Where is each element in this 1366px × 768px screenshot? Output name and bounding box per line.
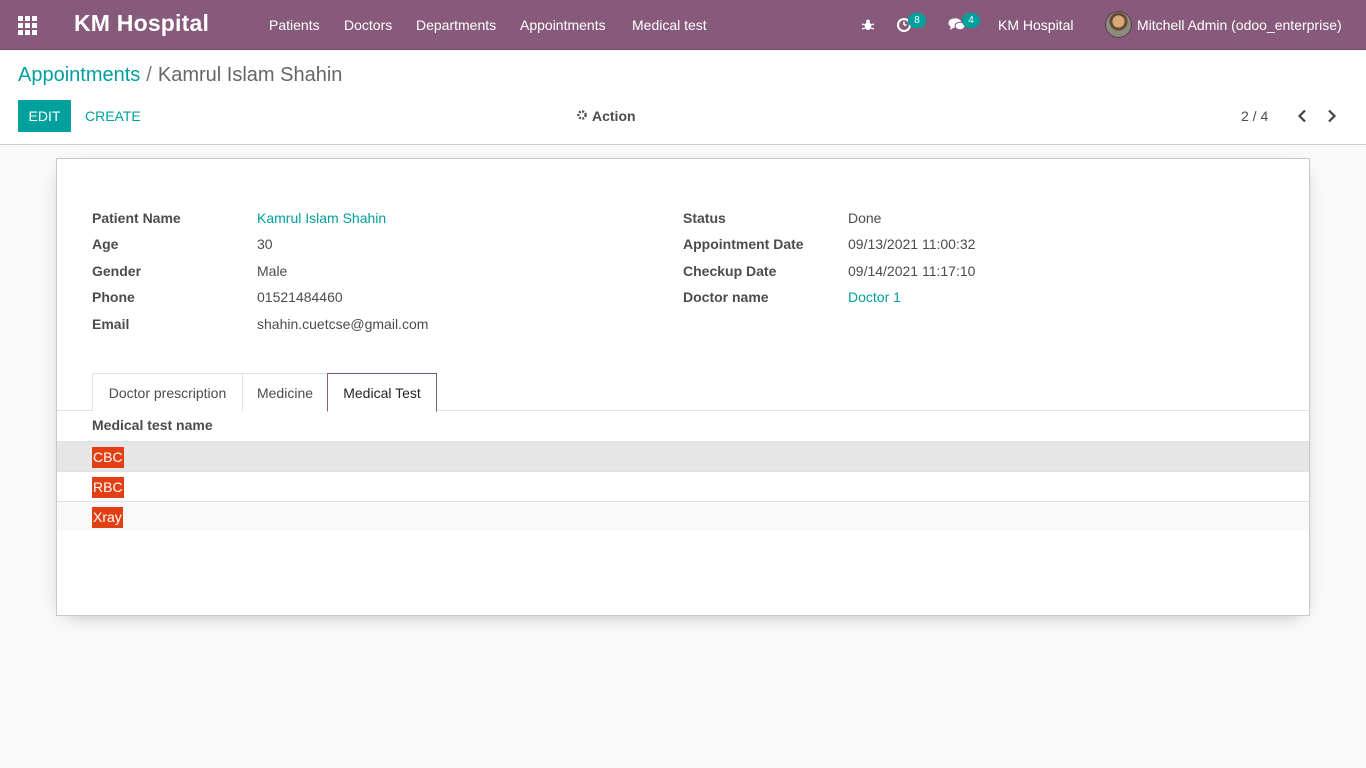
action-label: Action [592,108,636,124]
menu-appointments[interactable]: Appointments [520,0,606,50]
messages-badge: 4 [962,13,980,28]
action-dropdown[interactable]: Action [576,100,636,132]
status-value: Done [848,210,882,226]
notebook-tabs: Doctor prescription Medicine Medical Tes… [57,373,1309,412]
patient-name-link[interactable]: Kamrul Islam Shahin [257,210,386,226]
control-panel: Appointments / Kamrul Islam Shahin Edit Cr… [0,51,1366,145]
appointment-date-value: 09/13/2021 11:00:32 [848,236,976,252]
label-doctor-name: Doctor name [683,289,769,305]
pager-next-chevron-right-icon[interactable] [1322,100,1342,132]
table-row[interactable]: Xray [57,501,1309,531]
label-status: Status [683,210,726,226]
table-row[interactable]: CBC [57,441,1309,471]
column-header-medical-test-name[interactable]: Medical test name [92,417,213,433]
label-checkup-date: Checkup Date [683,263,777,279]
user-avatar[interactable] [1105,11,1132,38]
menu-patients[interactable]: Patients [269,0,320,50]
apps-menu-icon[interactable] [18,16,38,35]
breadcrumb-current: Kamrul Islam Shahin [157,64,343,86]
medical-test-tag: Xray [92,507,123,528]
breadcrumb-separator: / [146,64,152,86]
breadcrumb-appointments-link[interactable]: Appointments [18,64,140,86]
label-appointment-date: Appointment Date [683,236,804,252]
top-navbar: KM Hospital Patients Doctors Departments… [0,0,1366,50]
label-patient-name: Patient Name [92,210,181,226]
age-value: 30 [257,236,273,252]
debug-bug-icon[interactable] [861,0,875,50]
doctor-name-link[interactable]: Doctor 1 [848,289,901,305]
user-menu[interactable]: Mitchell Admin (odoo_enterprise) [1137,0,1342,50]
form-sheet: Patient Name Kamrul Islam Shahin Age 30 … [56,158,1310,616]
gender-value: Male [257,263,288,279]
label-age: Age [92,236,119,252]
edit-button[interactable]: Edit [18,100,71,132]
medical-test-tag: RBC [92,477,124,498]
tab-doctor-prescription[interactable]: Doctor prescription [92,373,243,411]
menu-departments[interactable]: Departments [416,0,496,50]
checkup-date-value: 09/14/2021 11:17:10 [848,263,976,279]
email-value: shahin.cuetcse@gmail.com [257,316,429,332]
label-phone: Phone [92,289,135,305]
tab-medicine[interactable]: Medicine [242,373,328,411]
breadcrumb: Appointments / Kamrul Islam Shahin [18,64,342,87]
pager-value[interactable]: 2 / 4 [1241,100,1268,132]
company-switcher[interactable]: KM Hospital [998,0,1073,50]
label-gender: Gender [92,263,142,279]
create-button[interactable]: Create [85,100,141,132]
menu-doctors[interactable]: Doctors [344,0,392,50]
table-row[interactable]: RBC [57,471,1309,501]
menu-medical-test[interactable]: Medical test [632,0,707,50]
activity-badge: 8 [908,13,926,28]
medical-test-tag: CBC [92,447,124,468]
gear-icon [576,108,588,124]
label-email: Email [92,316,130,332]
pager-previous-chevron-left-icon[interactable] [1292,100,1312,132]
phone-value: 01521484460 [257,289,343,305]
app-brand[interactable]: KM Hospital [74,10,209,37]
tab-medical-test[interactable]: Medical Test [327,373,437,412]
